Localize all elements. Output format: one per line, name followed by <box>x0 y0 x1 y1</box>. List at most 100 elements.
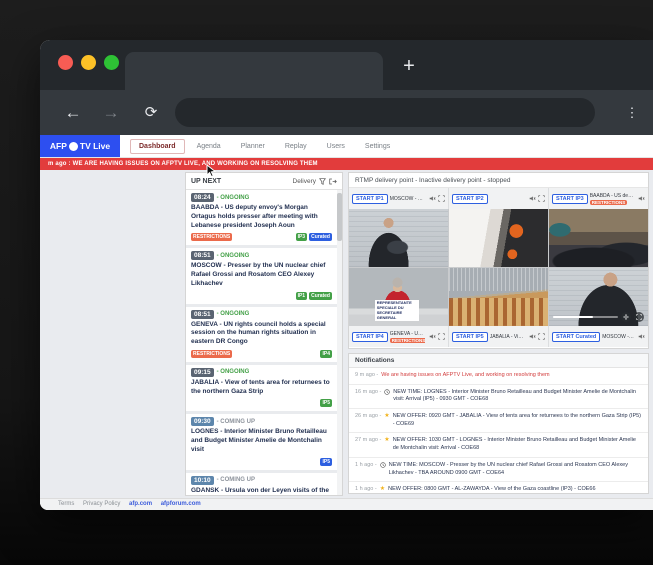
maximize-window-button[interactable] <box>104 55 119 70</box>
event-title: MOSCOW - Presser by the UN nuclear chief… <box>191 262 332 288</box>
mute-speaker-icon[interactable] <box>529 333 536 340</box>
status-label: - ONGOING <box>217 369 250 375</box>
start-ip5-button[interactable]: START IP5 <box>452 332 488 342</box>
notification-row[interactable]: 1 h ago - ★ NEW OFFER: 0800 GMT - AL-ZAW… <box>349 482 648 494</box>
nav-tab-dashboard[interactable]: Dashboard <box>130 139 185 154</box>
notification-time: 26 m ago - <box>355 413 381 419</box>
notification-row[interactable]: 1 h ago - NEW TIME: MOSCOW - Presser by … <box>349 458 648 482</box>
afp-tv-live-logo[interactable]: AFP TV Live <box>40 135 120 157</box>
footer-link-privacy[interactable]: Privacy Policy <box>83 501 120 507</box>
nav-tab-planner[interactable]: Planner <box>233 140 273 153</box>
mute-speaker-icon[interactable] <box>638 195 645 202</box>
start-ip1-button[interactable]: START IP1 <box>352 194 388 204</box>
notification-text: NEW OFFER: 0920 GMT - JABALIA - View of … <box>393 413 642 428</box>
desktop-background: + ← → ⟳ ⋮ AFP TV Live Dashboard Agenda P… <box>0 0 653 565</box>
mute-speaker-icon[interactable] <box>429 333 436 340</box>
nav-tab-agenda[interactable]: Agenda <box>189 140 229 153</box>
filter-funnel-icon[interactable] <box>319 178 326 185</box>
up-next-item[interactable]: 08:24 - ONGOING BAABDA - US deputy envoy… <box>186 190 337 245</box>
delivery-tile-ip1: START IP1 MOSCOW - Presser by t... <box>349 188 448 209</box>
notification-time: 9 m ago - <box>355 372 378 378</box>
address-bar[interactable] <box>175 98 595 127</box>
start-curated-button[interactable]: START Curated <box>552 332 600 342</box>
player-settings-icon[interactable] <box>621 312 631 322</box>
player-progress-bar[interactable] <box>553 316 618 318</box>
browser-toolbar: ← → ⟳ ⋮ <box>40 90 653 135</box>
restrictions-badge: RESTRICTIONS <box>590 200 628 205</box>
alert-banner: m ago : WE ARE HAVING ISSUES ON AFPTV LI… <box>40 158 653 170</box>
player-fullscreen-icon[interactable] <box>634 312 644 322</box>
mute-speaker-icon[interactable] <box>529 195 536 202</box>
event-title: GENEVA - UN rights council holds a speci… <box>191 321 332 347</box>
event-title: LOGNES - Interior Minister Bruno Retaill… <box>191 428 332 454</box>
export-icon[interactable] <box>329 178 337 185</box>
nav-tab-settings[interactable]: Settings <box>357 140 398 153</box>
tile-label: JABALIA - View of tents ... <box>490 334 525 340</box>
delivery-badge: Curated <box>309 233 332 241</box>
fullscreen-icon[interactable] <box>438 333 445 340</box>
rtmp-delivery-panel: RTMP delivery point - Inactive delivery … <box>348 172 649 349</box>
clock-icon <box>384 389 390 395</box>
nav-tab-replay[interactable]: Replay <box>277 140 315 153</box>
product-name: TV Live <box>80 141 110 151</box>
notification-row[interactable]: 27 m ago - ★ NEW OFFER: 1030 GMT - LOGNE… <box>349 433 648 457</box>
minimize-window-button[interactable] <box>81 55 96 70</box>
video-thumbnail-ip2[interactable] <box>449 209 548 267</box>
tile-label: GENEVA - UN rights cou... <box>390 331 425 337</box>
fullscreen-icon[interactable] <box>438 195 445 202</box>
status-label: - ONGOING <box>217 195 250 201</box>
fullscreen-icon[interactable] <box>538 195 545 202</box>
video-thumbnail-geneva-council[interactable]: REPRESENTANTE SPECIALE DU SECRETAIRE GEN… <box>349 268 448 326</box>
notification-text: NEW TIME: MOSCOW - Presser by the UN nuc… <box>389 462 642 477</box>
footer-link-afp[interactable]: afp.com <box>129 501 152 507</box>
dashboard-content: UP NEXT Delivery 08:24 <box>40 170 653 498</box>
up-next-item[interactable]: 09:15 - ONGOING JABALIA - View of tents … <box>186 365 337 412</box>
start-ip4-button[interactable]: START IP4 <box>352 332 388 342</box>
status-label: - ONGOING <box>217 253 250 259</box>
up-next-item[interactable]: 10:10 - COMING UP GDANSK - Ursula von de… <box>186 473 337 496</box>
new-tab-button[interactable]: + <box>395 52 423 80</box>
nav-tab-users[interactable]: Users <box>319 140 353 153</box>
mute-speaker-icon[interactable] <box>429 195 436 202</box>
mute-speaker-icon[interactable] <box>638 333 645 340</box>
video-thumbnail-baabda-presser[interactable] <box>549 209 648 267</box>
delivery-badge: IP1 <box>296 292 308 300</box>
notification-row[interactable]: 9 m ago - We are having issues on AFPTV … <box>349 368 648 385</box>
event-title: BAABDA - US deputy envoy's Morgan Ortagu… <box>191 204 332 230</box>
scrollbar-thumb[interactable] <box>337 193 342 241</box>
notification-row[interactable]: 16 m ago - NEW TIME: LOGNES - Interior M… <box>349 385 648 409</box>
reload-icon[interactable]: ⟳ <box>138 101 164 125</box>
browser-menu-icon[interactable]: ⋮ <box>619 101 645 125</box>
star-icon: ★ <box>384 413 389 419</box>
app-nav: Dashboard Agenda Planner Replay Users Se… <box>120 135 398 157</box>
fullscreen-icon[interactable] <box>538 333 545 340</box>
notification-row[interactable]: 26 m ago - ★ NEW OFFER: 0920 GMT - JABAL… <box>349 409 648 433</box>
up-next-scrollbar[interactable] <box>337 190 342 496</box>
start-ip2-button[interactable]: START IP2 <box>452 194 488 204</box>
delivery-badge: IP5 <box>320 458 332 466</box>
back-icon[interactable]: ← <box>60 101 86 125</box>
notification-time: 1 h ago - <box>355 486 377 492</box>
app-footer: Terms Privacy Policy afp.com afpforum.co… <box>40 498 653 510</box>
video-thumbnail-moscow-curated[interactable] <box>549 268 648 326</box>
up-next-item[interactable]: 08:51 - ONGOING MOSCOW - Presser by the … <box>186 248 337 303</box>
event-title: GDANSK - Ursula von der Leyen visits of … <box>191 487 332 496</box>
up-next-item[interactable]: 09:30 - COMING UP LOGNES - Interior Mini… <box>186 414 337 469</box>
close-window-button[interactable] <box>58 55 73 70</box>
footer-link-terms[interactable]: Terms <box>58 501 74 507</box>
notifications-panel: Notifications 9 m ago - We are having is… <box>348 353 649 494</box>
footer-link-afpforum[interactable]: afpforum.com <box>161 501 201 507</box>
delivery-tile-ip4: START IP4 GENEVA - UN rights cou... REST… <box>349 326 448 347</box>
up-next-item[interactable]: 08:51 - ONGOING GENEVA - UN rights counc… <box>186 307 337 362</box>
notification-time: 16 m ago - <box>355 389 381 395</box>
video-thumbnail-jabalia-aerial[interactable] <box>449 268 548 326</box>
notification-time: 1 h ago - <box>355 462 377 468</box>
forward-icon[interactable]: → <box>98 101 124 125</box>
browser-tab[interactable] <box>125 52 383 90</box>
delivery-badge: IP4 <box>320 350 332 358</box>
app-header: AFP TV Live Dashboard Agenda Planner Rep… <box>40 135 653 158</box>
delivery-tile-ip5: START IP5 JABALIA - View of tents ... <box>449 326 548 347</box>
video-thumbnail-moscow-presser[interactable] <box>349 209 448 267</box>
notification-text: We are having issues on AFPTV Live, and … <box>381 372 549 380</box>
start-ip3-button[interactable]: START IP3 <box>552 194 588 204</box>
